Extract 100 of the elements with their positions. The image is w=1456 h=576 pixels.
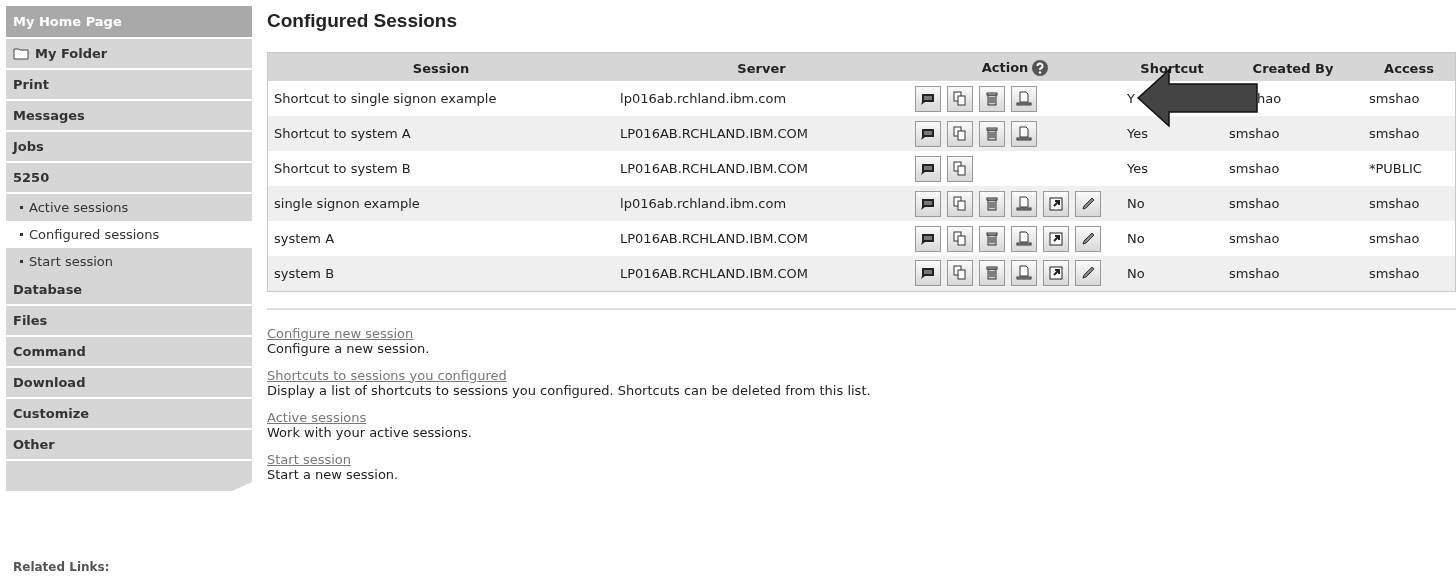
link-description: Work with your active sessions. — [267, 424, 473, 440]
table-cell: smshao — [1223, 256, 1363, 291]
sidebar-item-label: Customize — [13, 406, 90, 421]
bullet-icon — [20, 233, 23, 236]
copy-action-button[interactable] — [947, 260, 973, 287]
sidebar-item-label: My Folder — [35, 46, 108, 61]
delete-action-button[interactable] — [979, 190, 1005, 217]
delete-action-button[interactable] — [979, 85, 1005, 112]
page-title: Configured Sessions — [267, 10, 459, 32]
edit-action-button[interactable] — [1075, 225, 1101, 252]
table-cell: Shortcut to system B — [267, 151, 614, 186]
sidebar-item-label: Active sessions — [29, 200, 129, 215]
sidebar-item[interactable]: Download — [6, 368, 252, 397]
related-links-heading: Related Links: — [12, 560, 111, 574]
sidebar-item[interactable]: Command — [6, 337, 252, 366]
column-header-label: Access — [1384, 60, 1434, 76]
page-icon — [1014, 123, 1034, 144]
sidebar-item-label: Command — [13, 344, 86, 359]
table-cell: smshao — [1363, 256, 1456, 291]
sidebar-item[interactable]: Other — [6, 430, 252, 459]
shortcut-action-button[interactable] — [1043, 190, 1069, 217]
sidebar-item[interactable]: Start session — [6, 248, 252, 275]
session-action-button[interactable] — [915, 225, 941, 252]
copy-action-button[interactable] — [947, 190, 973, 217]
sidebar-item[interactable]: Jobs — [6, 132, 252, 161]
sidebar-item[interactable]: Customize — [6, 399, 252, 428]
link-description: Display a list of shortcuts to sessions you configured. Shortcuts can be deleted from this list. — [267, 382, 872, 398]
print-action-button[interactable] — [1011, 225, 1037, 252]
edit-action-button[interactable] — [1075, 260, 1101, 287]
link[interactable]: Active sessions — [267, 409, 367, 425]
sidebar-item-label: Database — [13, 282, 83, 297]
column-header-label: Session — [412, 60, 470, 76]
print-action-button[interactable] — [1011, 120, 1037, 147]
session-action-button[interactable] — [915, 85, 941, 112]
link[interactable]: Shortcuts to sessions you configured — [267, 367, 507, 383]
table-cell: *PUBLIC — [1363, 151, 1456, 186]
sidebar-item[interactable]: Messages — [6, 101, 252, 130]
copy-action-button[interactable] — [947, 225, 973, 252]
print-action-button[interactable] — [1011, 85, 1037, 112]
table-cell: No — [1127, 231, 1145, 246]
copy-action-button[interactable] — [947, 120, 973, 147]
table-cell: LP016AB.RCHLAND.IBM.COM — [614, 116, 909, 151]
table-cell: smshao — [1363, 116, 1456, 151]
sidebar-item-label: Jobs — [13, 139, 44, 154]
print-action-button[interactable] — [1011, 260, 1037, 287]
sidebar-item-label: Files — [13, 313, 48, 328]
copy-action-button[interactable] — [947, 85, 973, 112]
table-cell: LP016AB.RCHLAND.IBM.COM — [614, 221, 909, 256]
delete-action-button[interactable] — [979, 260, 1005, 287]
session-action-button[interactable] — [915, 260, 941, 287]
table-cell: smshao — [1223, 116, 1363, 151]
column-header-label: Shortcut — [1140, 60, 1204, 76]
sidebar-item-label: 5250 — [13, 170, 50, 185]
sidebar-item[interactable]: 5250 — [6, 163, 252, 192]
table-cell: LP016AB.RCHLAND.IBM.COM — [614, 256, 909, 291]
help-icon[interactable] — [1032, 60, 1049, 76]
table-cell: LP016AB.RCHLAND.IBM.COM — [614, 151, 909, 186]
table-cell: Yes — [1127, 161, 1148, 176]
session-action-button[interactable] — [915, 190, 941, 217]
table-cell: Shortcut to system A — [267, 116, 614, 151]
column-header-label: Created By — [1252, 60, 1334, 76]
table-cell: smshao — [1223, 151, 1363, 186]
page-icon — [1014, 228, 1034, 249]
link-description: Start a new session. — [267, 466, 400, 482]
sidebar-item-label: Messages — [13, 108, 85, 123]
table-cell: Shortcut to single signon example — [267, 81, 614, 116]
table-cell: single signon example — [267, 186, 614, 221]
table-cell: No — [1127, 265, 1145, 281]
link[interactable]: Configure new session — [267, 325, 414, 341]
sidebar-item[interactable]: Print — [6, 70, 252, 99]
sidebar-item-label: Configured sessions — [29, 227, 160, 242]
delete-action-button[interactable] — [979, 225, 1005, 252]
table-cell: No — [1127, 196, 1145, 211]
edit-action-button[interactable] — [1075, 190, 1101, 217]
shortcut-action-button[interactable] — [1043, 260, 1069, 287]
shortcut-action-button[interactable] — [1043, 225, 1069, 252]
sidebar-item[interactable]: My Folder — [6, 39, 252, 68]
bullet-icon — [20, 206, 23, 209]
print-action-button[interactable] — [1011, 190, 1037, 217]
table-cell: smshao — [1223, 221, 1363, 256]
sidebar-item-label: Print — [13, 77, 49, 92]
sidebar-item-label: Download — [13, 375, 86, 390]
folder-icon — [13, 47, 29, 60]
sidebar-item[interactable]: Database — [6, 275, 252, 304]
copy-action-button[interactable] — [947, 155, 973, 182]
link-description: Configure a new session. — [267, 340, 431, 356]
delete-action-button[interactable] — [979, 120, 1005, 147]
session-action-button[interactable] — [915, 120, 941, 147]
table-cell: system A — [267, 221, 614, 256]
table-cell: Yes — [1127, 126, 1148, 141]
column-header-label: Action — [981, 60, 1029, 75]
session-action-button[interactable] — [915, 155, 941, 182]
page-icon — [1014, 193, 1034, 214]
table-cell: system B — [267, 256, 614, 291]
sidebar-item[interactable]: Active sessions — [6, 194, 252, 221]
column-header-label: Server — [737, 60, 786, 76]
bullet-icon — [20, 260, 23, 263]
table-cell: lp016ab.rchland.ibm.com — [614, 186, 909, 221]
link[interactable]: Start session — [267, 451, 351, 467]
sidebar-item[interactable]: Files — [6, 306, 252, 335]
